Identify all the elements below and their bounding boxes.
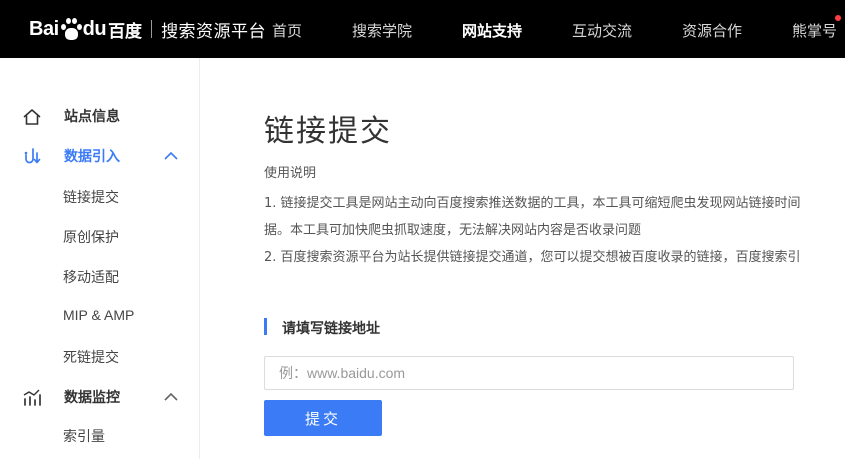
nav-home[interactable]: 首页 [272, 20, 302, 41]
nav-search-academy[interactable]: 搜索学院 [352, 20, 412, 41]
notification-dot [835, 15, 841, 21]
platform-name: 搜索资源平台 [161, 21, 267, 42]
data-import-icon [24, 148, 41, 164]
sidebar: 站点信息 数据引入 链接提交 原创保护 移动适配 MIP & AMP 死链提交 … [0, 58, 200, 459]
submit-button[interactable]: 提交 [264, 400, 382, 436]
baidu-logo[interactable]: Bai du 百度 搜索资源平台 [29, 14, 266, 44]
logo-divider [151, 20, 153, 38]
sidebar-group-label: 数据监控 [64, 390, 120, 406]
section-title: 请填写链接地址 [282, 321, 380, 337]
paw-icon [60, 17, 82, 41]
nav-site-support[interactable]: 网站支持 [462, 20, 522, 41]
usage-line: 据。本工具可加快爬虫抓取速度，无法解决网站内容是否收录问题 [264, 223, 642, 238]
url-input[interactable] [264, 356, 794, 390]
nav-xiongzhang[interactable]: 熊掌号 [792, 20, 837, 41]
usage-line: 2. 百度搜索资源平台为站长提供链接提交通道，您可以提交想被百度收录的链接，百度… [264, 250, 801, 265]
logo-text-du: du [82, 17, 107, 40]
sidebar-item-link-submit[interactable]: 链接提交 [63, 187, 119, 207]
top-nav-bar: Bai du 百度 搜索资源平台 首页 搜索学院 网站支持 互动交流 资源合作 … [0, 0, 845, 58]
sidebar-item-mip-amp[interactable]: MIP & AMP [63, 307, 134, 323]
sidebar-group-data-monitor[interactable]: 数据监控 [0, 382, 200, 412]
nav-interaction[interactable]: 互动交流 [572, 20, 632, 41]
sidebar-group-label: 站点信息 [64, 109, 120, 125]
nav-resource-cooperation[interactable]: 资源合作 [682, 20, 742, 41]
logo-text-cn: 百度 [108, 21, 143, 42]
sidebar-group-label: 数据引入 [64, 149, 120, 165]
sidebar-group-data-import[interactable]: 数据引入 [0, 141, 200, 171]
sidebar-item-original-protection[interactable]: 原创保护 [63, 227, 119, 247]
usage-line: 1. 链接提交工具是网站主动向百度搜索推送数据的工具，本工具可缩短爬虫发现网站链… [264, 196, 801, 211]
main-content: 链接提交 使用说明 1. 链接提交工具是网站主动向百度搜索推送数据的工具，本工具… [200, 58, 845, 459]
logo-text-bai: Bai [29, 17, 59, 40]
chevron-up-icon[interactable] [163, 150, 179, 162]
sidebar-group-site-info[interactable]: 站点信息 [0, 101, 200, 131]
sidebar-item-dead-link-submit[interactable]: 死链提交 [63, 347, 119, 367]
section-accent-bar [264, 318, 267, 335]
chevron-up-icon[interactable] [163, 391, 179, 403]
usage-heading: 使用说明 [264, 166, 317, 181]
chart-icon [23, 389, 41, 406]
sidebar-item-mobile-adaptation[interactable]: 移动适配 [63, 267, 119, 287]
home-icon [23, 109, 41, 125]
sidebar-item-index-volume[interactable]: 索引量 [63, 426, 105, 446]
page-title: 链接提交 [264, 114, 392, 149]
